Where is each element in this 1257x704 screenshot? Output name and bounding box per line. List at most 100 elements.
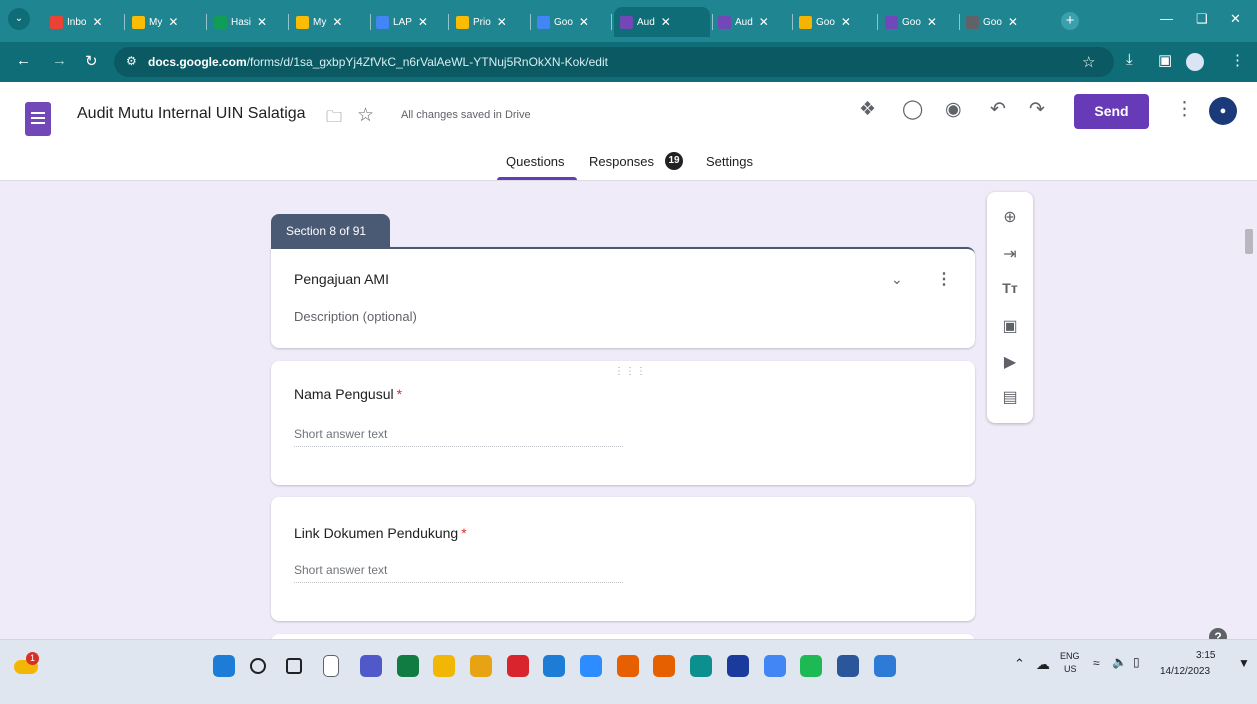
- palette-icon[interactable]: ◯: [902, 100, 923, 120]
- form-title[interactable]: Audit Mutu Internal UIN Salatiga: [77, 105, 306, 123]
- close-tab-icon[interactable]: ✕: [927, 15, 937, 29]
- add-section-icon[interactable]: ▤: [987, 387, 1033, 407]
- task-view-icon[interactable]: [286, 658, 303, 674]
- browser-menu-icon[interactable]: ⋮: [1230, 51, 1245, 69]
- edge-icon[interactable]: [690, 655, 713, 677]
- close-tab-icon[interactable]: ✕: [418, 15, 428, 29]
- battery-icon[interactable]: ▯: [1133, 655, 1140, 669]
- file-icon[interactable]: [323, 655, 340, 677]
- section-title[interactable]: Pengajuan AMI: [294, 271, 389, 287]
- profile-icon[interactable]: [1186, 53, 1204, 71]
- download-icon[interactable]: ⤓: [1126, 51, 1133, 68]
- close-tab-icon[interactable]: ✕: [579, 15, 589, 29]
- browser-tab[interactable]: Goo ✕: [879, 9, 957, 35]
- lang-bottom[interactable]: US: [1064, 664, 1077, 674]
- word-icon[interactable]: [836, 655, 859, 677]
- question-card[interactable]: ⋮⋮⋮ Nama Pengusul * Short answer text: [271, 361, 975, 485]
- tab-questions[interactable]: Questions: [506, 154, 565, 169]
- browser-tab[interactable]: My ✕: [290, 9, 368, 35]
- teams-icon[interactable]: [359, 655, 382, 677]
- chrome-canary-icon[interactable]: [469, 655, 492, 677]
- side-panel-icon[interactable]: ▣: [1158, 51, 1172, 69]
- site-info-icon[interactable]: ⚙: [126, 54, 137, 68]
- import-questions-icon[interactable]: ⇥: [987, 244, 1033, 264]
- spotify-icon[interactable]: [800, 655, 823, 677]
- collapse-section-icon[interactable]: ⌄: [891, 271, 903, 288]
- clock-date[interactable]: 14/12/2023: [1160, 666, 1210, 677]
- add-question-icon[interactable]: ⊕: [987, 207, 1033, 227]
- add-title-icon[interactable]: Tт: [987, 280, 1033, 296]
- wifi-icon[interactable]: ≈: [1093, 656, 1100, 670]
- minimize-button[interactable]: —: [1160, 11, 1173, 26]
- question-card[interactable]: Link Dokumen Pendukung * Short answer tex…: [271, 497, 975, 621]
- send-button[interactable]: Send: [1074, 94, 1149, 129]
- tray-chevron-icon[interactable]: ⌃: [1014, 656, 1025, 672]
- zoom-icon[interactable]: [580, 655, 602, 677]
- section-more-icon[interactable]: ⋮: [936, 269, 952, 289]
- close-tab-icon[interactable]: ✕: [841, 15, 851, 29]
- close-tab-icon[interactable]: ✕: [332, 15, 342, 29]
- section-description[interactable]: Description (optional): [294, 309, 417, 324]
- close-tab-icon[interactable]: ✕: [759, 15, 769, 29]
- photos-icon[interactable]: [873, 655, 896, 677]
- close-tab-icon[interactable]: ✕: [1008, 15, 1018, 29]
- browser-tab[interactable]: Aud ✕: [614, 7, 710, 37]
- close-tab-icon[interactable]: ✕: [497, 15, 507, 29]
- tab-responses[interactable]: Responses: [589, 154, 654, 169]
- forward-icon[interactable]: →: [52, 52, 67, 69]
- add-video-icon[interactable]: ▶: [987, 352, 1033, 372]
- firefox-icon[interactable]: [616, 655, 639, 677]
- more-options-icon[interactable]: ⋮: [1175, 100, 1194, 120]
- preview-eye-icon[interactable]: ◉: [945, 100, 962, 120]
- volume-icon[interactable]: 🔈: [1112, 655, 1127, 669]
- file-explorer-icon[interactable]: [433, 655, 456, 677]
- close-tab-icon[interactable]: ✕: [168, 15, 178, 29]
- firefox-dev-icon[interactable]: [653, 655, 676, 677]
- opera-icon[interactable]: [506, 655, 529, 677]
- new-tab-button[interactable]: +: [1061, 12, 1079, 30]
- account-avatar[interactable]: ●: [1209, 97, 1237, 125]
- browser-tab[interactable]: Goo ✕: [531, 9, 609, 35]
- browser-tab[interactable]: Hasi ✕: [208, 9, 286, 35]
- forms-logo-icon[interactable]: [25, 102, 51, 136]
- notification-bell-icon[interactable]: ▼: [1238, 656, 1250, 670]
- section-header-card[interactable]: Pengajuan AMI Description (optional) ⌄ ⋮: [271, 247, 975, 348]
- close-window-button[interactable]: ✕: [1230, 11, 1241, 27]
- back-icon[interactable]: ←: [16, 52, 31, 69]
- tab-settings[interactable]: Settings: [706, 154, 753, 169]
- reload-icon[interactable]: ↻: [85, 52, 98, 70]
- redo-icon[interactable]: ↷: [1029, 100, 1045, 120]
- browser-tab[interactable]: Inbo ✕: [44, 9, 122, 35]
- restore-button[interactable]: ❑: [1196, 11, 1208, 27]
- browser-tab[interactable]: My ✕: [126, 9, 204, 35]
- undo-icon[interactable]: ↶: [990, 100, 1006, 120]
- search-icon[interactable]: [249, 658, 266, 674]
- close-tab-icon[interactable]: ✕: [661, 15, 671, 29]
- lang-top[interactable]: ENG: [1060, 651, 1080, 661]
- close-tab-icon[interactable]: ✕: [92, 15, 102, 29]
- browser-tab[interactable]: Goo ✕: [960, 9, 1048, 35]
- bookmark-star-icon[interactable]: ☆: [1082, 53, 1095, 71]
- add-image-icon[interactable]: ▣: [987, 316, 1033, 336]
- help-button[interactable]: ?: [1209, 628, 1227, 639]
- close-tab-icon[interactable]: ✕: [257, 15, 267, 29]
- clock-time[interactable]: 3:15: [1196, 650, 1215, 661]
- browser-tab[interactable]: LAP ✕: [370, 9, 446, 35]
- start-icon[interactable]: [213, 655, 235, 677]
- excel-icon[interactable]: [396, 655, 419, 677]
- scrollbar-thumb[interactable]: [1245, 229, 1253, 254]
- tab-search-button[interactable]: ⌄: [8, 8, 30, 30]
- folder-icon[interactable]: 🗀: [326, 108, 342, 128]
- mail-icon[interactable]: [543, 655, 566, 677]
- star-icon[interactable]: ☆: [357, 106, 374, 126]
- slash-app-icon[interactable]: [726, 655, 749, 677]
- weather-widget-icon[interactable]: 1: [14, 652, 40, 676]
- browser-tab[interactable]: Goo ✕: [793, 9, 875, 35]
- onedrive-icon[interactable]: ☁: [1036, 656, 1050, 673]
- addons-puzzle-icon[interactable]: ❖: [859, 100, 876, 120]
- browser-tab[interactable]: Aud ✕: [712, 9, 790, 35]
- omnibox[interactable]: ⚙ docs.google.com/forms/d/1sa_gxbpYj4ZfV…: [114, 47, 1114, 77]
- chrome-icon[interactable]: [763, 655, 786, 677]
- browser-tab[interactable]: Prio ✕: [450, 9, 528, 35]
- drag-handle-icon[interactable]: ⋮⋮⋮: [614, 366, 647, 377]
